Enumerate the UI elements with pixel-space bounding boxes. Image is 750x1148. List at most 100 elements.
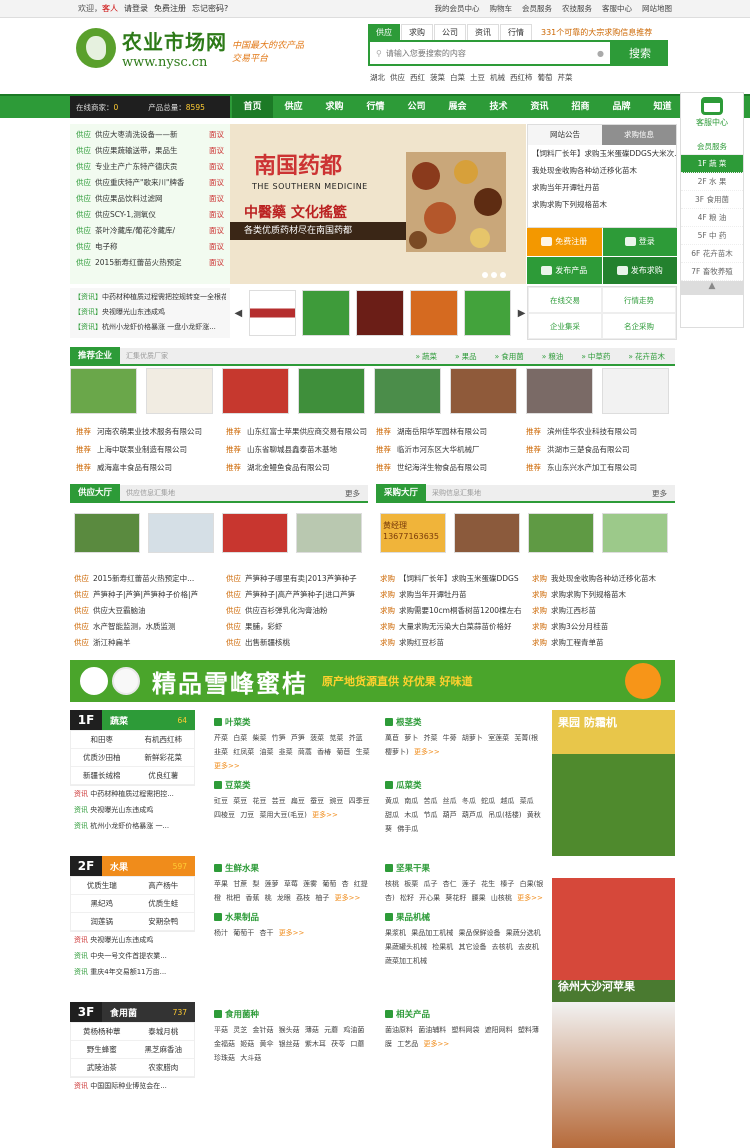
nav-item[interactable]: 展会 xyxy=(437,96,478,118)
enterprise-item[interactable]: 推荐 威海嘉丰食品有限公司 xyxy=(76,460,226,476)
category-link[interactable]: 蔬菜 xyxy=(415,351,437,362)
more-link[interactable]: 更多 xyxy=(345,488,368,499)
pager-dot[interactable] xyxy=(500,272,506,278)
hall-item[interactable]: 求购 【饲料厂长年】求购玉米蛋碟DDGS xyxy=(380,571,524,587)
news-item[interactable]: 资讯 央视曝光山东违成鸡 xyxy=(70,802,195,818)
category-link[interactable]: 果品 xyxy=(455,351,477,362)
promo-banner[interactable]: 精品雪峰蜜桔 原产地货源直供 好优果 好味道 xyxy=(70,660,675,702)
search-tab[interactable]: 公司 xyxy=(434,24,466,40)
hall-item[interactable]: 供应 出售新疆核桃 xyxy=(226,635,370,651)
news-item[interactable]: 资讯 中药材种植质过程需把控... xyxy=(70,786,195,802)
back-to-top-icon[interactable]: ▲ xyxy=(681,281,743,295)
hall-item[interactable]: 供应 供应大豆霸脑油 xyxy=(74,603,218,619)
nav-item[interactable]: 招商 xyxy=(560,96,601,118)
news-item[interactable]: 【资讯】中药材种植质过程需把控规转变一全根花 xyxy=(74,290,226,305)
login-link[interactable]: 请登录 xyxy=(124,3,148,14)
hall-item[interactable]: 求购 求购工程青单苗 xyxy=(532,635,676,651)
nav-item[interactable]: 公司 xyxy=(396,96,437,118)
enterprise-image[interactable] xyxy=(70,368,137,414)
hall-item[interactable]: 求购 求购红豆杉苗 xyxy=(380,635,524,651)
hot-keyword[interactable]: 湖北 xyxy=(370,72,385,83)
search-input[interactable] xyxy=(385,48,586,58)
enterprise-item[interactable]: 推荐 滨州佳华农业科技有限公司 xyxy=(526,424,676,440)
search-tab[interactable]: 求购 xyxy=(401,24,433,40)
hot-keyword[interactable]: 供应 xyxy=(390,72,405,83)
list-item[interactable]: 供应 供应大枣清洗设备——新 面议 xyxy=(76,127,224,143)
nav-item[interactable]: 行情 xyxy=(355,96,396,118)
enterprise-item[interactable]: 推荐 世纪海洋生物食品有限公司 xyxy=(376,460,526,476)
supply-image[interactable] xyxy=(296,513,362,553)
floor-product-link[interactable]: 黑纪鸡 xyxy=(71,895,133,913)
floor-product-link[interactable]: 高产杨牛 xyxy=(132,877,194,895)
action-button[interactable]: 免费注册 xyxy=(527,228,602,256)
site-logo[interactable]: 农业市场网 www.nysc.cn xyxy=(76,26,227,70)
search-tab[interactable]: 供应 xyxy=(368,24,400,40)
quick-link[interactable]: 企业集采 xyxy=(528,313,602,339)
hot-keyword[interactable]: 芹菜 xyxy=(558,72,573,83)
hot-keyword[interactable]: 西红 xyxy=(410,72,425,83)
category-title[interactable]: 根茎类 xyxy=(385,716,544,728)
floor-product-link[interactable]: 安期杂鸭 xyxy=(132,913,194,931)
purchase-image[interactable] xyxy=(602,513,668,553)
floor-product-link[interactable]: 农家腊肉 xyxy=(132,1059,194,1077)
action-button[interactable]: 发布求购 xyxy=(602,256,677,284)
list-item[interactable]: 供应 供应SCY-1,测氧仪 面议 xyxy=(76,207,224,223)
enterprise-item[interactable]: 推荐 东山东兴水产加工有限公司 xyxy=(526,460,676,476)
member-service-tab[interactable]: 会员服务 xyxy=(681,141,743,155)
floor-title[interactable]: 食用菌 xyxy=(110,1006,137,1019)
purchase-image[interactable]: 黄经理 13677163635 xyxy=(380,513,446,553)
floor-title[interactable]: 蔬菜 xyxy=(110,714,128,727)
news-item[interactable]: 资讯 中国国际种业博览会在... xyxy=(70,1078,195,1094)
floor-title[interactable]: 水果 xyxy=(110,860,128,873)
floor-link[interactable]: 3F 食用菌 xyxy=(681,191,743,209)
top-link[interactable]: 我的会员中心 xyxy=(435,3,480,14)
carousel-prev-icon[interactable]: ◀ xyxy=(234,308,243,319)
hall-item[interactable]: 求购 求购江西杉苗 xyxy=(532,603,676,619)
news-item[interactable]: 资讯 重庆4年交易额11万亩... xyxy=(70,964,195,980)
enterprise-image[interactable] xyxy=(298,368,365,414)
nav-item[interactable]: 求购 xyxy=(314,96,355,118)
top-link[interactable]: 客服中心 xyxy=(602,3,632,14)
search-tab[interactable]: 行情 xyxy=(500,24,532,40)
news-item[interactable]: 【资讯】央视曝光山东违成鸡 xyxy=(74,305,226,320)
floor-product-link[interactable]: 泰城月桃 xyxy=(132,1023,194,1041)
category-title[interactable]: 食用菌种 xyxy=(214,1008,373,1020)
enterprise-item[interactable]: 推荐 湖北金鳗鱼食品有限公司 xyxy=(226,460,376,476)
supply-image[interactable] xyxy=(74,513,140,553)
hall-item[interactable]: 供应 芦笋种子|芦笋|芦笋种子价格|芦 xyxy=(74,587,218,603)
microphone-icon[interactable]: ● xyxy=(597,49,604,58)
hot-keyword[interactable]: 菠菜 xyxy=(430,72,445,83)
product-image[interactable] xyxy=(356,290,404,336)
news-item[interactable]: 【资讯】杭州小龙虾价格暴涨 一盘小龙虾涨... xyxy=(74,320,226,335)
list-item[interactable]: 求购当年开谭牡丹苗 xyxy=(528,179,676,196)
hall-item[interactable]: 供应 2015新寿红蕾苗火热预定中... xyxy=(74,571,218,587)
nav-item[interactable]: 品牌 xyxy=(601,96,642,118)
floor-product-link[interactable]: 优质生蛙 xyxy=(132,895,194,913)
enterprise-image[interactable] xyxy=(450,368,517,414)
product-image[interactable] xyxy=(248,290,297,336)
more-link[interactable]: 更多>> xyxy=(414,748,440,756)
quick-link[interactable]: 行情走势 xyxy=(602,287,676,313)
nav-item[interactable]: 首页 xyxy=(232,96,273,118)
list-item[interactable]: 供应 供应果品饮料过滤网 面议 xyxy=(76,191,224,207)
supply-image[interactable] xyxy=(222,513,288,553)
hall-item[interactable]: 求购 求购3公分月桂苗 xyxy=(532,619,676,635)
nav-item[interactable]: 供应 xyxy=(273,96,314,118)
supply-image[interactable] xyxy=(148,513,214,553)
list-item[interactable]: 供应 供应重庆特产"歌来川"牌香 面议 xyxy=(76,175,224,191)
floor-product-link[interactable]: 优良红薯 xyxy=(132,767,194,785)
more-link[interactable]: 更多>> xyxy=(517,894,543,902)
service-title[interactable]: 客服中心 xyxy=(681,117,743,128)
floor-link[interactable]: 5F 中 药 xyxy=(681,227,743,245)
enterprise-image[interactable] xyxy=(526,368,593,414)
floor-product-link[interactable]: 野生蜂蜜 xyxy=(71,1041,133,1059)
floor-product-link[interactable]: 有机西红柿 xyxy=(132,731,194,749)
floor-product-link[interactable]: 黑芝麻香油 xyxy=(132,1041,194,1059)
action-button[interactable]: 发布产品 xyxy=(527,256,602,284)
hot-keyword[interactable]: 西红柿 xyxy=(510,72,533,83)
hall-item[interactable]: 供应 果脯，彩虾 xyxy=(226,619,370,635)
action-button[interactable]: 登录 xyxy=(602,228,677,256)
floor-link[interactable]: 7F 畜牧养殖 xyxy=(681,263,743,281)
list-item[interactable]: 供应 供应果蔬输送带，果品生 面议 xyxy=(76,143,224,159)
top-link[interactable]: 会员服务 xyxy=(522,3,552,14)
